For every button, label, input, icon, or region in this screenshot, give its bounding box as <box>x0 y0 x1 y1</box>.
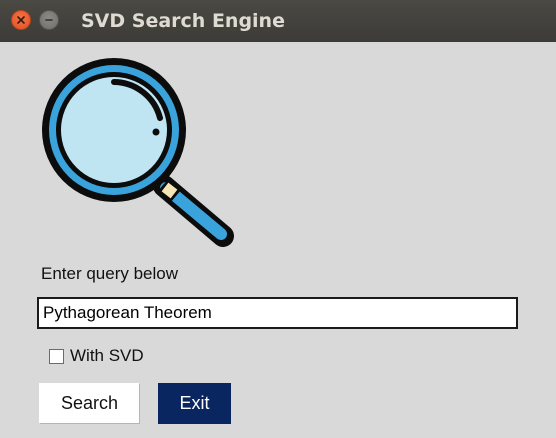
search-button[interactable]: Search <box>39 383 140 424</box>
query-label: Enter query below <box>41 264 179 283</box>
query-input[interactable] <box>37 297 518 329</box>
exit-button[interactable]: Exit <box>158 383 231 424</box>
svd-label: With SVD <box>70 346 144 365</box>
minimize-button[interactable] <box>39 10 59 30</box>
svd-checkbox[interactable] <box>49 348 64 364</box>
minimize-icon <box>45 19 53 21</box>
app-window: SVD Search Engine Enter query below With… <box>0 0 556 438</box>
window-title: SVD Search Engine <box>81 10 285 32</box>
close-button[interactable] <box>11 10 31 30</box>
close-icon <box>17 16 25 24</box>
title-bar: SVD Search Engine <box>0 0 556 42</box>
magnifying-glass-icon <box>42 58 234 247</box>
svd-option[interactable]: With SVD <box>49 346 144 366</box>
